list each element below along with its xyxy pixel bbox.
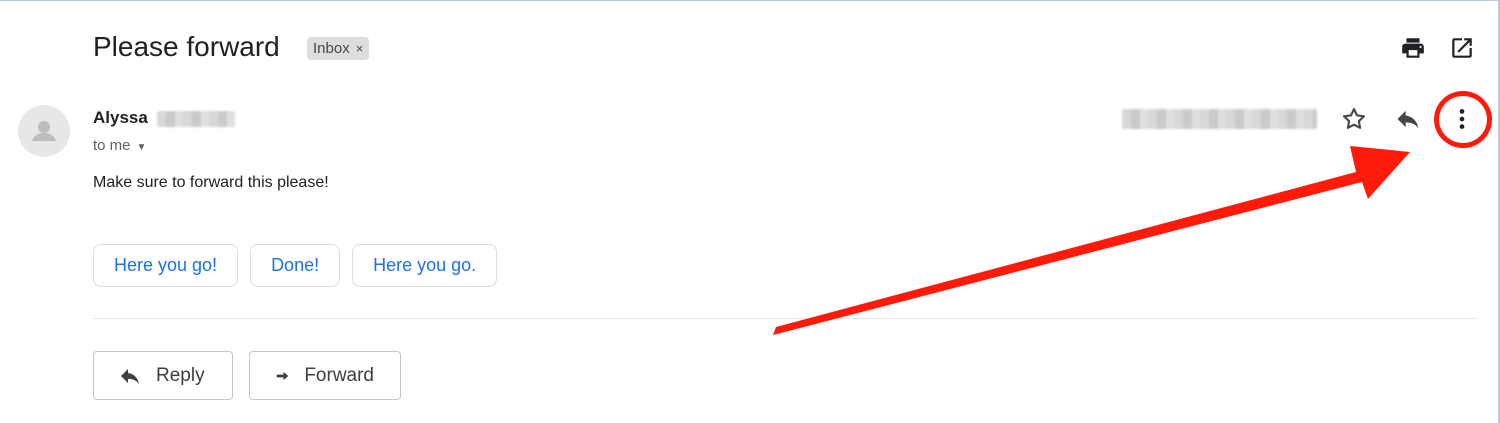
star-icon[interactable] — [1340, 105, 1368, 133]
redacted-timestamp — [1122, 109, 1317, 129]
inbox-label-chip[interactable]: Inbox × — [307, 37, 370, 60]
reply-button[interactable]: Reply — [93, 351, 233, 400]
divider — [93, 318, 1477, 319]
email-body: Make sure to forward this please! — [93, 174, 329, 191]
reply-icon[interactable] — [1394, 105, 1422, 133]
recipient-details[interactable]: to me ▼ — [93, 137, 146, 154]
person-icon — [32, 121, 56, 141]
label-name: Inbox — [313, 40, 350, 57]
sender-name: Alyssa — [93, 108, 235, 128]
reply-button-label: Reply — [156, 364, 205, 386]
recipient-label: to me — [93, 137, 131, 154]
forward-icon — [276, 371, 289, 380]
redacted-surname — [156, 110, 235, 127]
sender-first-name: Alyssa — [93, 108, 148, 127]
sender-avatar[interactable] — [18, 105, 70, 157]
open-in-new-window-icon[interactable] — [1449, 35, 1475, 61]
chevron-down-icon[interactable]: ▼ — [137, 142, 147, 153]
remove-label-icon[interactable]: × — [356, 41, 364, 56]
forward-button-label: Forward — [304, 364, 374, 386]
smart-reply-chip[interactable]: Here you go! — [93, 244, 239, 287]
print-icon[interactable] — [1400, 35, 1426, 61]
footer-actions: Reply Forward — [93, 351, 401, 400]
smart-reply-chip[interactable]: Done! — [250, 244, 341, 287]
email-view: Please forward Inbox × Alyssa to me ▼ Ma… — [0, 0, 1500, 423]
smart-reply-chips: Here you go! Done! Here you go. — [93, 244, 498, 287]
email-subject: Please forward — [93, 31, 280, 62]
smart-reply-chip[interactable]: Here you go. — [352, 244, 498, 287]
reply-icon — [121, 368, 139, 384]
forward-button[interactable]: Forward — [249, 351, 401, 400]
annotation-circle — [1434, 91, 1492, 148]
